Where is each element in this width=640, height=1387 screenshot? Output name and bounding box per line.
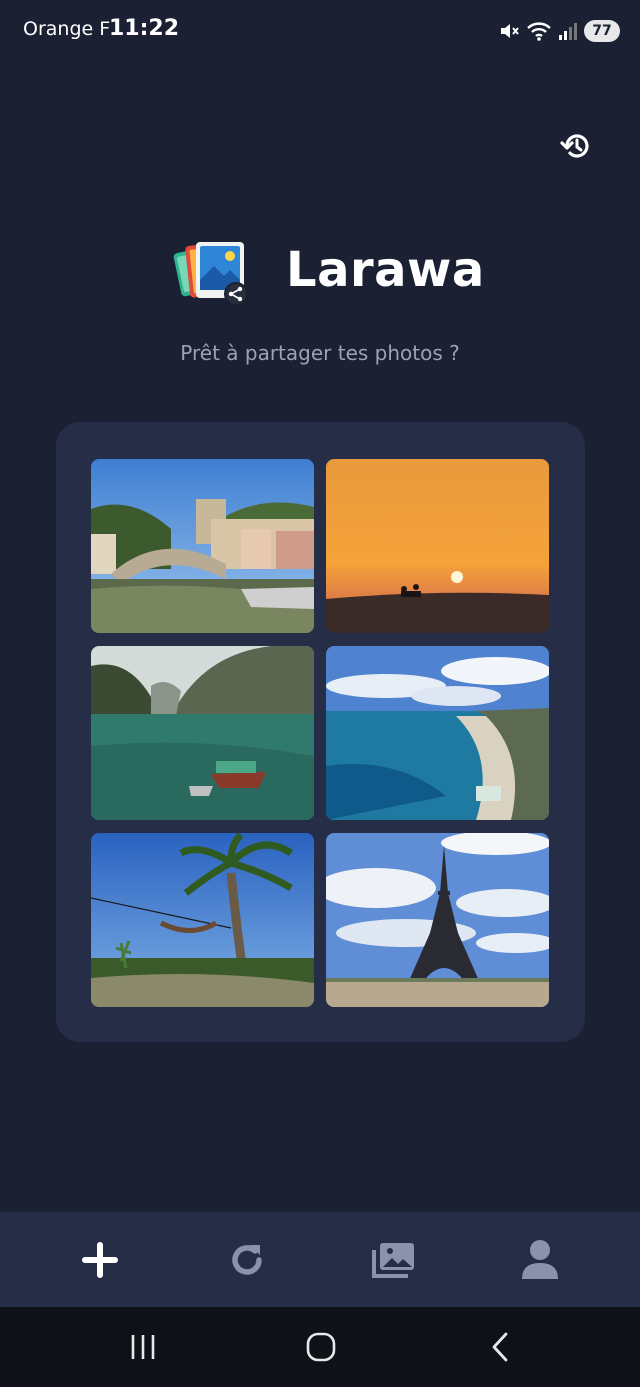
app-name: Larawa [286,242,485,298]
recent-apps-icon [131,1335,155,1359]
photo-desert-sunset[interactable] [326,459,549,633]
photo-eiffel-tower[interactable] [326,833,549,1007]
subtitle: Prêt à partager tes photos ? [180,341,460,365]
home-button[interactable] [299,1327,343,1367]
photo-palm-hammock-image [91,833,314,1007]
plus-icon [82,1242,118,1278]
signal-icon [559,23,577,40]
photo-bay-boat[interactable] [91,646,314,820]
status-icons: 77 [498,17,620,45]
refresh-icon [232,1245,262,1275]
photo-share-logo [173,242,248,306]
status-bar: Orange F 11:22 77 [0,0,640,62]
bottom-nav [0,1212,640,1307]
mute-icon [501,24,519,38]
history-icon [560,134,589,158]
photo-village-bridge[interactable] [91,459,314,633]
nav-add-button[interactable] [74,1234,126,1286]
photo-grid-card [56,422,585,1042]
nav-profile-button[interactable] [514,1234,566,1286]
photo-village-bridge-image [91,459,314,633]
back-icon [492,1332,508,1362]
clock: 11:22 [109,16,180,41]
user-icon [522,1240,558,1279]
photo-eiffel-tower-image [326,833,549,1007]
wifi-icon [527,22,551,41]
system-nav [0,1307,640,1387]
carrier-label: Orange F [23,18,111,40]
home-icon [306,1332,336,1362]
history-button[interactable] [558,128,594,164]
photo-desert-sunset-image [326,459,549,633]
nav-gallery-button[interactable] [367,1234,419,1286]
battery-icon: 77 [584,20,620,42]
battery-level: 77 [592,23,612,39]
photo-coastline-beach[interactable] [326,646,549,820]
gallery-icon [372,1243,414,1278]
photo-bay-boat-image [91,646,314,820]
photo-palm-hammock[interactable] [91,833,314,1007]
app-brand: Larawa [172,236,492,312]
photo-coastline-beach-image [326,646,549,820]
recent-apps-button[interactable] [121,1327,165,1367]
nav-refresh-button[interactable] [221,1234,273,1286]
back-button[interactable] [478,1327,522,1367]
